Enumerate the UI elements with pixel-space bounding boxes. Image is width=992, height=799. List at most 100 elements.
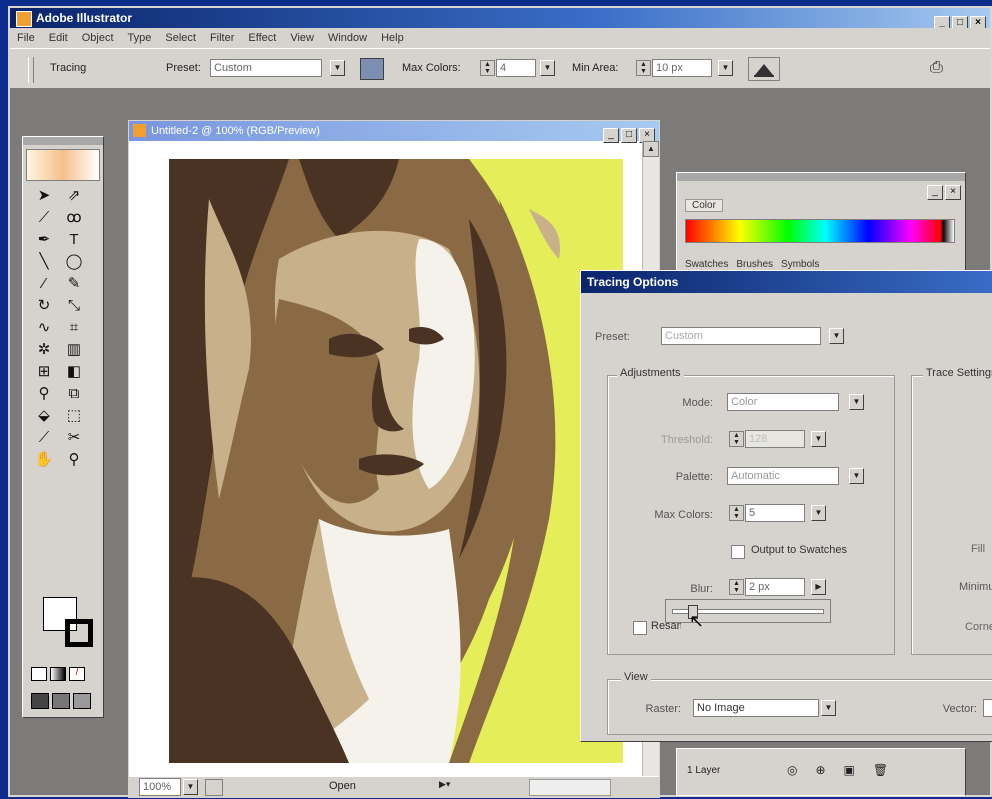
full-screen-menu-mode-button[interactable] bbox=[52, 693, 70, 709]
pencil-tool-icon[interactable]: ✎ bbox=[59, 273, 89, 295]
new-sublayer-icon[interactable]: ⊕ bbox=[815, 763, 825, 777]
zoom-tool-icon[interactable]: ⚲ bbox=[59, 449, 89, 471]
dialog-max-colors-input[interactable]: 5 bbox=[745, 504, 805, 522]
mode-label: Mode: bbox=[682, 397, 713, 409]
color-mode-button[interactable] bbox=[31, 667, 47, 681]
menu-edit[interactable]: Edit bbox=[42, 28, 75, 48]
bridge-icon[interactable]: ⎙ bbox=[930, 57, 954, 79]
page-icon[interactable] bbox=[205, 779, 223, 796]
live-paint-selection-icon[interactable]: ⬚ bbox=[59, 405, 89, 427]
type-tool-icon[interactable]: T bbox=[59, 229, 89, 251]
chevron-down-icon[interactable]: ▼ bbox=[811, 505, 826, 521]
blur-input[interactable]: 2 px bbox=[745, 578, 805, 596]
dialog-max-colors-stepper[interactable]: ▲ ▼ bbox=[729, 505, 744, 521]
chevron-down-icon[interactable]: ▼ bbox=[718, 60, 733, 76]
symbol-sprayer-tool-icon[interactable]: ✲ bbox=[29, 339, 59, 361]
tools-panel-header[interactable] bbox=[23, 137, 103, 145]
menu-view[interactable]: View bbox=[283, 28, 321, 48]
app-titlebar[interactable]: Adobe Illustrator _ □ × bbox=[10, 8, 990, 31]
menu-file[interactable]: File bbox=[10, 28, 42, 48]
panel-close-button[interactable]: × bbox=[945, 185, 961, 200]
delete-layer-icon[interactable]: 🗑 bbox=[873, 763, 888, 777]
dialog-preset-dropdown[interactable]: Custom bbox=[661, 327, 821, 345]
vector-dropdown[interactable] bbox=[983, 699, 992, 717]
chevron-down-icon[interactable]: ▼ bbox=[330, 60, 345, 76]
new-layer-icon[interactable]: ▣ bbox=[844, 763, 855, 777]
stroke-color-swatch[interactable] bbox=[65, 619, 93, 647]
horizontal-scrollbar[interactable] bbox=[529, 779, 611, 796]
scissors-tool-icon[interactable]: ✂ bbox=[59, 427, 89, 449]
swatches-tab[interactable]: Swatches bbox=[685, 259, 728, 270]
standard-screen-mode-button[interactable] bbox=[31, 693, 49, 709]
tracing-options-button[interactable] bbox=[360, 58, 384, 80]
color-tab[interactable]: Color bbox=[685, 199, 723, 212]
selection-tool-icon[interactable]: ➤ bbox=[29, 185, 59, 207]
color-spectrum-bar[interactable] bbox=[685, 219, 955, 243]
magic-wand-tool-icon[interactable]: ⟋ bbox=[29, 207, 59, 229]
dialog-title[interactable]: Tracing Options bbox=[581, 271, 992, 293]
direct-selection-tool-icon[interactable]: ⇗ bbox=[59, 185, 89, 207]
paintbrush-tool-icon[interactable]: ⁄ bbox=[29, 273, 59, 295]
rotate-tool-icon[interactable]: ↻ bbox=[29, 295, 59, 317]
output-to-swatches-checkbox[interactable] bbox=[731, 545, 745, 559]
make-clipping-mask-icon[interactable]: ◎ bbox=[787, 763, 797, 777]
scroll-up-arrow-icon[interactable]: ▲ bbox=[643, 141, 659, 157]
doc-maximize-button[interactable]: □ bbox=[621, 128, 637, 143]
chevron-down-icon[interactable]: ▼ bbox=[829, 328, 844, 344]
warp-tool-icon[interactable]: ∿ bbox=[29, 317, 59, 339]
toolbar-grip[interactable] bbox=[28, 57, 34, 83]
color-panel-grip[interactable] bbox=[677, 173, 965, 181]
resample-checkbox[interactable] bbox=[633, 621, 647, 635]
max-colors-input[interactable]: 4 bbox=[496, 59, 536, 77]
blur-stepper[interactable]: ▲ ▼ bbox=[729, 579, 744, 595]
menu-effect[interactable]: Effect bbox=[241, 28, 283, 48]
chevron-down-icon[interactable]: ▼ bbox=[183, 779, 198, 795]
scale-tool-icon[interactable]: ⤡ bbox=[59, 295, 89, 317]
menu-select[interactable]: Select bbox=[158, 28, 203, 48]
menu-help[interactable]: Help bbox=[374, 28, 411, 48]
gradient-mode-button[interactable] bbox=[50, 667, 66, 681]
document-titlebar[interactable]: Untitled-2 @ 100% (RGB/Preview) _ □ × bbox=[129, 121, 659, 143]
raster-dropdown[interactable]: No Image bbox=[693, 699, 819, 717]
status-menu-arrow-icon[interactable]: ▶▾ bbox=[439, 779, 469, 794]
none-mode-button[interactable]: / bbox=[69, 667, 85, 681]
column-graph-tool-icon[interactable]: ▥ bbox=[59, 339, 89, 361]
chevron-down-icon[interactable]: ▶ bbox=[811, 579, 826, 595]
gradient-tool-icon[interactable]: ◧ bbox=[59, 361, 89, 383]
mode-dropdown[interactable]: Color bbox=[727, 393, 839, 411]
full-screen-mode-button[interactable] bbox=[73, 693, 91, 709]
free-transform-tool-icon[interactable]: ⌗ bbox=[59, 317, 89, 339]
panel-minimize-button[interactable]: _ bbox=[927, 185, 943, 200]
chevron-down-icon[interactable]: ▼ bbox=[540, 60, 555, 76]
hand-tool-icon[interactable]: ✋ bbox=[29, 449, 59, 471]
mesh-tool-icon[interactable]: ⊞ bbox=[29, 361, 59, 383]
lasso-tool-icon[interactable]: ꝏ bbox=[59, 207, 89, 229]
chevron-down-icon[interactable]: ▼ bbox=[821, 700, 836, 716]
palette-dropdown[interactable]: Automatic bbox=[727, 467, 839, 485]
line-tool-icon[interactable]: ╲ bbox=[29, 251, 59, 273]
preset-dropdown[interactable]: Custom bbox=[210, 59, 322, 77]
live-paint-tool-icon[interactable]: ⬙ bbox=[29, 405, 59, 427]
symbols-tab[interactable]: Symbols bbox=[781, 259, 819, 270]
ellipse-tool-icon[interactable]: ◯ bbox=[59, 251, 89, 273]
corner-label: Corner bbox=[965, 621, 992, 633]
chevron-down-icon[interactable]: ▼ bbox=[849, 468, 864, 484]
zoom-field[interactable]: 100% bbox=[139, 778, 181, 796]
chevron-down-icon[interactable]: ▼ bbox=[849, 394, 864, 410]
brushes-tab[interactable]: Brushes bbox=[736, 259, 773, 270]
doc-minimize-button[interactable]: _ bbox=[603, 128, 619, 143]
menu-object[interactable]: Object bbox=[75, 28, 121, 48]
blend-tool-icon[interactable]: ⧉ bbox=[59, 383, 89, 405]
menu-window[interactable]: Window bbox=[321, 28, 374, 48]
min-area-input[interactable]: 10 px bbox=[652, 59, 712, 77]
min-area-stepper[interactable]: ▲ ▼ bbox=[636, 60, 651, 76]
eyedropper-tool-icon[interactable]: ⚲ bbox=[29, 383, 59, 405]
traced-artwork-canvas[interactable] bbox=[169, 159, 623, 763]
pen-tool-icon[interactable]: ✒ bbox=[29, 229, 59, 251]
menu-filter[interactable]: Filter bbox=[203, 28, 241, 48]
menu-type[interactable]: Type bbox=[121, 28, 159, 48]
slice-tool-icon[interactable]: ⟋ bbox=[29, 427, 59, 449]
expand-button[interactable] bbox=[748, 57, 780, 81]
max-colors-stepper[interactable]: ▲ ▼ bbox=[480, 60, 495, 76]
view-label: View bbox=[621, 671, 651, 683]
